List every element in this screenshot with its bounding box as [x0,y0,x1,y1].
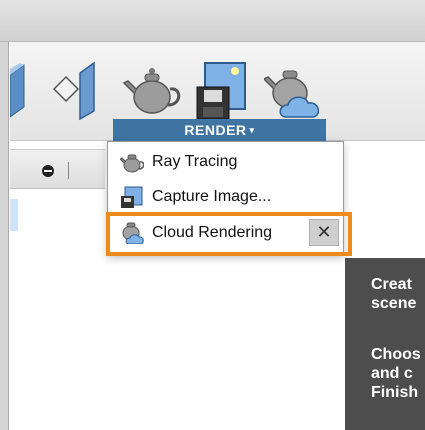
window-titlebar [0,0,425,42]
tooltip-line: Creat [371,276,412,293]
panel-header [10,149,105,189]
capture-image-icon [121,186,143,208]
render-panel-label[interactable]: RENDER ▾ [113,119,326,141]
divider [68,162,69,179]
teapot-icon [120,154,144,173]
dropdown-caret-icon: ▾ [249,124,255,135]
collapse-icon[interactable] [42,165,54,177]
capture-image-tool-icon[interactable] [195,57,253,121]
mirror-tool-icon[interactable] [48,57,100,121]
close-button[interactable]: ✕ [309,219,339,246]
teapot-tool-icon[interactable] [122,57,182,121]
tooltip-panel: Creat scene Choos and c Finish [345,258,425,430]
window-frame [0,42,9,430]
tooltip-line: Choos [371,346,421,363]
tooltip-line: Finish [371,384,419,401]
menu-item-capture-image[interactable]: Capture Image... [108,182,343,212]
close-icon: ✕ [316,222,332,242]
cube-tool-icon[interactable] [10,57,30,121]
browser-panel [10,141,105,430]
selected-row[interactable] [10,199,18,231]
render-label-text: RENDER [184,122,247,138]
cloud-rendering-tool-icon[interactable] [264,57,324,121]
tooltip-line: scene [371,295,417,312]
menu-item-label: Ray Tracing [152,153,238,170]
tooltip-line: and c [371,365,413,382]
menu-item-ray-tracing[interactable]: Ray Tracing [108,147,343,177]
menu-item-label: Capture Image... [152,188,272,205]
